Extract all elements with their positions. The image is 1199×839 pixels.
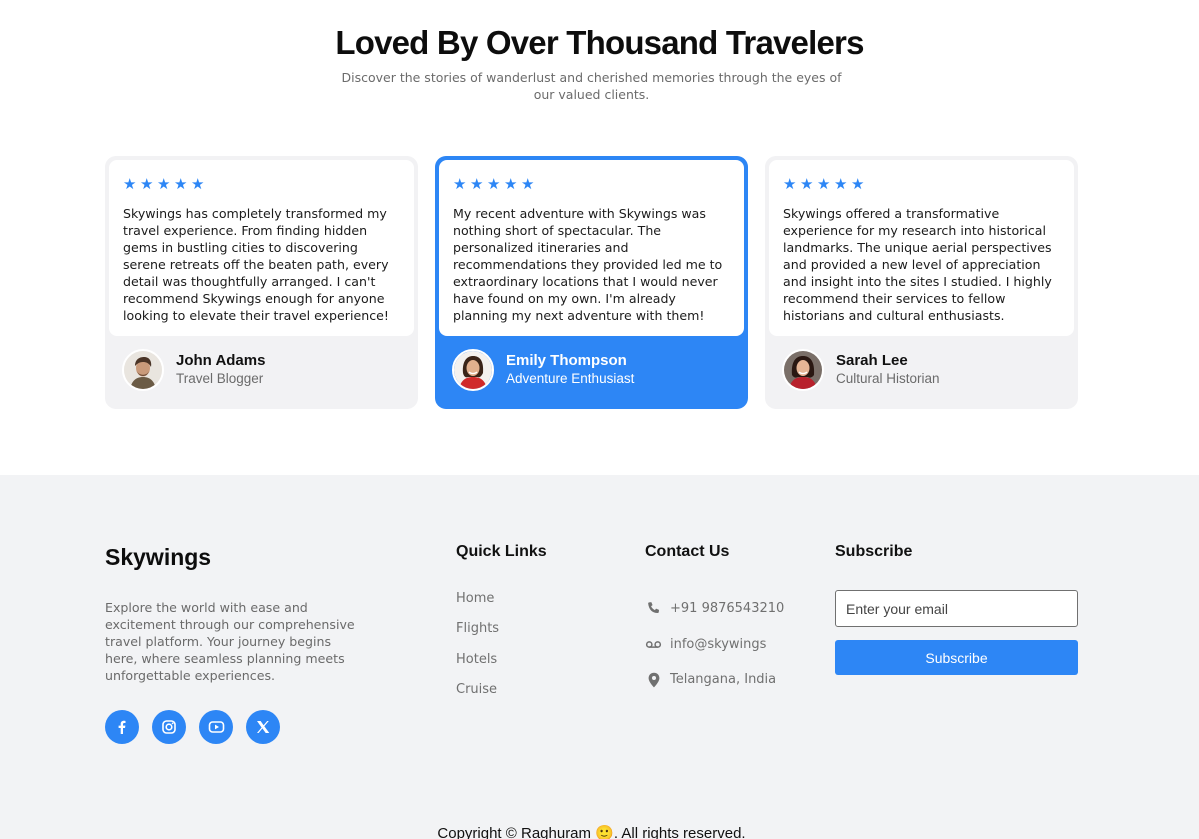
location-pin-icon [645, 671, 662, 688]
testimonial-body: ★ ★ ★ ★ ★ Skywings has completely transf… [109, 160, 414, 336]
quick-links: Home Flights Hotels Cruise [456, 590, 499, 711]
star-icon: ★ [834, 175, 848, 193]
testimonial-card: ★ ★ ★ ★ ★ Skywings offered a transformat… [765, 156, 1078, 409]
testimonial-author: Emily Thompson Adventure Enthusiast [452, 349, 634, 391]
copyright-text: Copyright © Raghuram 🙂. All rights reser… [437, 825, 746, 839]
testimonial-author: Sarah Lee Cultural Historian [782, 349, 940, 391]
footer-about: Explore the world with ease and exciteme… [105, 600, 355, 683]
footer-brand[interactable]: Skywings [105, 544, 211, 571]
instagram-icon[interactable] [152, 710, 186, 744]
x-icon[interactable] [246, 710, 280, 744]
testimonial-quote: My recent adventure with Skywings was no… [453, 206, 723, 323]
contact-list: +91 9876543210 info@skywings Telangana, … [645, 591, 784, 698]
star-icon: ★ [783, 175, 797, 193]
star-icon: ★ [157, 175, 171, 193]
testimonial-quote: Skywings has completely transformed my t… [123, 206, 389, 323]
social-links [105, 710, 280, 744]
contact-email-text: info@skywings [670, 636, 767, 652]
star-icon: ★ [174, 175, 188, 193]
star-rating: ★ ★ ★ ★ ★ [783, 177, 1060, 193]
testimonial-author: John Adams Travel Blogger [122, 349, 265, 391]
avatar [452, 349, 494, 391]
author-name: John Adams [176, 352, 266, 369]
avatar [782, 349, 824, 391]
youtube-icon[interactable] [199, 710, 233, 744]
author-role: Travel Blogger [176, 371, 264, 386]
contact-phone-text: +91 9876543210 [670, 601, 785, 617]
site-footer: Skywings Explore the world with ease and… [0, 475, 1199, 839]
voicemail-icon [645, 636, 662, 653]
section-subtitle: Discover the stories of wanderlust and c… [341, 70, 842, 102]
star-icon: ★ [191, 175, 205, 193]
contact-location[interactable]: Telangana, India [645, 662, 784, 698]
footer-link-hotels[interactable]: Hotels [456, 651, 499, 681]
footer-link-home[interactable]: Home [456, 590, 499, 620]
testimonial-body: ★ ★ ★ ★ ★ My recent adventure with Skywi… [439, 160, 744, 336]
star-icon: ★ [453, 175, 467, 193]
testimonial-body: ★ ★ ★ ★ ★ Skywings offered a transformat… [769, 160, 1074, 336]
avatar [122, 349, 164, 391]
testimonials-section: Loved By Over Thousand Travelers Discove… [0, 0, 1199, 475]
subscribe-button[interactable]: Subscribe [835, 640, 1078, 675]
quick-links-title: Quick Links [456, 543, 547, 560]
star-icon: ★ [851, 175, 865, 193]
contact-title: Contact Us [645, 543, 730, 560]
section-title: Loved By Over Thousand Travelers [335, 24, 864, 61]
star-icon: ★ [504, 175, 518, 193]
testimonial-quote: Skywings offered a transformative experi… [783, 206, 1052, 323]
subscribe-title: Subscribe [835, 543, 913, 560]
contact-email[interactable]: info@skywings [645, 627, 784, 663]
facebook-icon[interactable] [105, 710, 139, 744]
author-name: Emily Thompson [506, 352, 627, 369]
testimonial-card-featured: ★ ★ ★ ★ ★ My recent adventure with Skywi… [435, 156, 748, 409]
star-icon: ★ [123, 175, 137, 193]
footer-link-cruise[interactable]: Cruise [456, 681, 499, 711]
star-icon: ★ [800, 175, 814, 193]
star-icon: ★ [521, 175, 535, 193]
star-rating: ★ ★ ★ ★ ★ [453, 177, 730, 193]
star-rating: ★ ★ ★ ★ ★ [123, 177, 400, 193]
star-icon: ★ [817, 175, 831, 193]
author-role: Cultural Historian [836, 371, 940, 386]
testimonial-card: ★ ★ ★ ★ ★ Skywings has completely transf… [105, 156, 418, 409]
star-icon: ★ [140, 175, 154, 193]
author-name: Sarah Lee [836, 352, 908, 369]
star-icon: ★ [470, 175, 484, 193]
footer-link-flights[interactable]: Flights [456, 620, 499, 650]
email-field[interactable] [835, 590, 1078, 627]
author-role: Adventure Enthusiast [506, 371, 635, 386]
star-icon: ★ [487, 175, 501, 193]
phone-icon [645, 600, 662, 617]
contact-location-text: Telangana, India [670, 672, 777, 688]
contact-phone[interactable]: +91 9876543210 [645, 591, 784, 627]
